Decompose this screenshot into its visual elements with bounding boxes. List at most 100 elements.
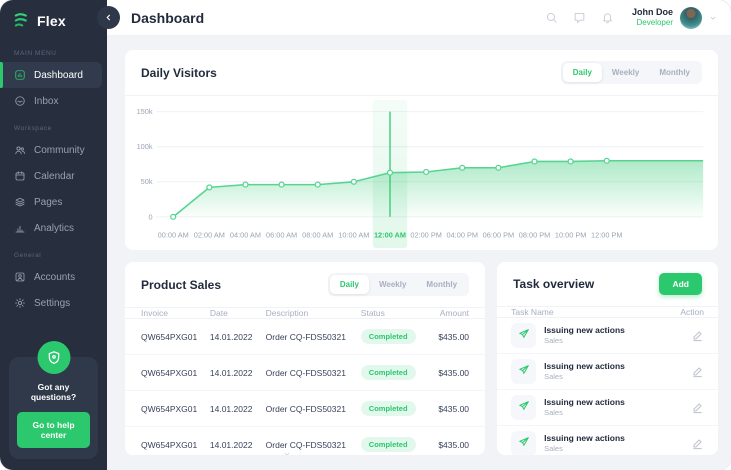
sidebar-item-analytics[interactable]: Analytics <box>0 215 102 241</box>
task-title: Issuing new actions <box>544 325 625 336</box>
visitors-period-tabs: Daily Weekly Monthly <box>561 61 702 84</box>
visitors-tab-daily[interactable]: Daily <box>563 63 602 82</box>
sidebar-item-calendar[interactable]: Calendar <box>0 163 102 189</box>
community-icon <box>14 144 26 156</box>
daily-visitors-card: Daily Visitors Daily Weekly Monthly <box>125 50 718 250</box>
chevron-down-icon <box>709 14 717 22</box>
search-icon[interactable] <box>545 11 558 24</box>
sidebar-item-dashboard[interactable]: Dashboard <box>0 62 102 88</box>
table-more-chevron-icon[interactable] <box>283 445 291 453</box>
task-title: Issuing new actions <box>544 433 625 444</box>
date-cell: 14.01.2022 <box>210 332 266 342</box>
send-icon <box>518 327 530 345</box>
topbar-actions: John Doe Developer <box>545 7 717 29</box>
date-cell: 14.01.2022 <box>210 440 266 450</box>
svg-text:04:00 PM: 04:00 PM <box>446 230 478 239</box>
invoice-cell: QW654PXG01 <box>141 440 210 450</box>
table-row[interactable]: QW654PXG01 14.01.2022 Order CQ-FDS50321 … <box>125 427 485 455</box>
svg-text:08:00 AM: 08:00 AM <box>302 230 333 239</box>
description-cell: Order CQ-FDS50321 <box>266 440 361 450</box>
svg-text:00:00 AM: 00:00 AM <box>158 230 189 239</box>
task-row: Issuing new actions Sales <box>497 426 718 455</box>
user-menu[interactable]: John Doe Developer <box>632 7 717 29</box>
table-row[interactable]: QW654PXG01 14.01.2022 Order CQ-FDS50321 … <box>125 391 485 427</box>
sidebar: Flex MAIN MENU Dashboard Inbox Workspace <box>0 0 107 470</box>
accounts-icon <box>14 271 26 283</box>
date-cell: 14.01.2022 <box>210 404 266 414</box>
shield-icon <box>37 341 70 374</box>
content: Daily Visitors Daily Weekly Monthly <box>107 36 731 470</box>
section-label: General <box>14 252 93 259</box>
section-label: Workspace <box>14 125 93 132</box>
amount-cell: $435.00 <box>423 404 469 414</box>
status-badge: Completed <box>361 437 416 452</box>
avatar <box>680 7 702 29</box>
app-window: Flex MAIN MENU Dashboard Inbox Workspace <box>0 0 731 470</box>
sales-table-header: Invoice Date Description Status Amount <box>125 307 485 319</box>
sales-tab-monthly[interactable]: Monthly <box>416 275 467 294</box>
svg-text:100k: 100k <box>137 142 153 151</box>
table-row[interactable]: QW654PXG01 14.01.2022 Order CQ-FDS50321 … <box>125 355 485 391</box>
svg-text:06:00 PM: 06:00 PM <box>483 230 515 239</box>
amount-cell: $435.00 <box>423 368 469 378</box>
dashboard-icon <box>14 69 26 81</box>
amount-cell: $435.00 <box>423 440 469 450</box>
sidebar-item-pages[interactable]: Pages <box>0 189 102 215</box>
task-subtitle: Sales <box>544 408 625 418</box>
edit-task-icon[interactable] <box>691 401 704 414</box>
logo: Flex <box>0 0 107 39</box>
nav-section-workspace: Workspace Community Calendar Pages <box>0 114 107 241</box>
task-overview-card: Task overview Add Task Name Action Issui <box>497 262 718 455</box>
task-subtitle: Sales <box>544 336 625 346</box>
notifications-bell-icon[interactable] <box>601 11 614 24</box>
sales-table-body: QW654PXG01 14.01.2022 Order CQ-FDS50321 … <box>125 319 485 455</box>
sales-tab-weekly[interactable]: Weekly <box>369 275 416 294</box>
topbar: Dashboard John Doe Developer <box>107 0 731 36</box>
task-overview-title: Task overview <box>513 277 594 291</box>
task-subtitle: Sales <box>544 444 625 454</box>
nav-section-main: MAIN MENU Dashboard Inbox <box>0 39 107 114</box>
product-sales-card: Product Sales Daily Weekly Monthly <box>125 262 485 455</box>
add-task-button[interactable]: Add <box>659 273 702 295</box>
sales-tab-daily[interactable]: Daily <box>330 275 369 294</box>
task-title: Issuing new actions <box>544 361 625 372</box>
svg-text:150k: 150k <box>137 107 153 116</box>
edit-task-icon[interactable] <box>691 365 704 378</box>
tasks-table-body: Issuing new actions Sales Issuing new ac… <box>497 318 718 455</box>
svg-text:10:00 AM: 10:00 AM <box>338 230 369 239</box>
status-badge: Completed <box>361 365 416 380</box>
help-card: Got any questions? Go to help center <box>9 357 98 459</box>
svg-text:06:00 AM: 06:00 AM <box>266 230 297 239</box>
messages-icon[interactable] <box>573 11 586 24</box>
help-center-button[interactable]: Go to help center <box>17 412 90 448</box>
sidebar-item-inbox[interactable]: Inbox <box>0 88 102 114</box>
daily-visitors-chart[interactable]: 050k100k150k00:00 AM02:00 AM04:00 AM06:0… <box>125 96 718 250</box>
invoice-cell: QW654PXG01 <box>141 368 210 378</box>
sidebar-item-settings[interactable]: Settings <box>0 290 102 316</box>
date-cell: 14.01.2022 <box>210 368 266 378</box>
inbox-icon <box>14 95 26 107</box>
send-icon <box>518 399 530 417</box>
main-area: Dashboard John Doe Developer <box>107 0 731 470</box>
daily-visitors-title: Daily Visitors <box>141 66 217 80</box>
description-cell: Order CQ-FDS50321 <box>266 404 361 414</box>
description-cell: Order CQ-FDS50321 <box>266 332 361 342</box>
help-question: Got any questions? <box>17 382 90 402</box>
sidebar-item-community[interactable]: Community <box>0 137 102 163</box>
visitors-tab-monthly[interactable]: Monthly <box>649 63 700 82</box>
edit-task-icon[interactable] <box>691 437 704 450</box>
task-row: Issuing new actions Sales <box>497 354 718 390</box>
amount-cell: $435.00 <box>423 332 469 342</box>
user-role: Developer <box>632 18 673 28</box>
svg-text:0: 0 <box>148 212 152 221</box>
status-badge: Completed <box>361 401 416 416</box>
sidebar-collapse-button[interactable] <box>97 6 120 29</box>
send-icon <box>518 435 530 453</box>
table-row[interactable]: QW654PXG01 14.01.2022 Order CQ-FDS50321 … <box>125 319 485 355</box>
invoice-cell: QW654PXG01 <box>141 332 210 342</box>
sidebar-item-accounts[interactable]: Accounts <box>0 264 102 290</box>
edit-task-icon[interactable] <box>691 329 704 342</box>
svg-text:10:00 PM: 10:00 PM <box>555 230 587 239</box>
svg-text:50k: 50k <box>141 177 153 186</box>
visitors-tab-weekly[interactable]: Weekly <box>602 63 649 82</box>
